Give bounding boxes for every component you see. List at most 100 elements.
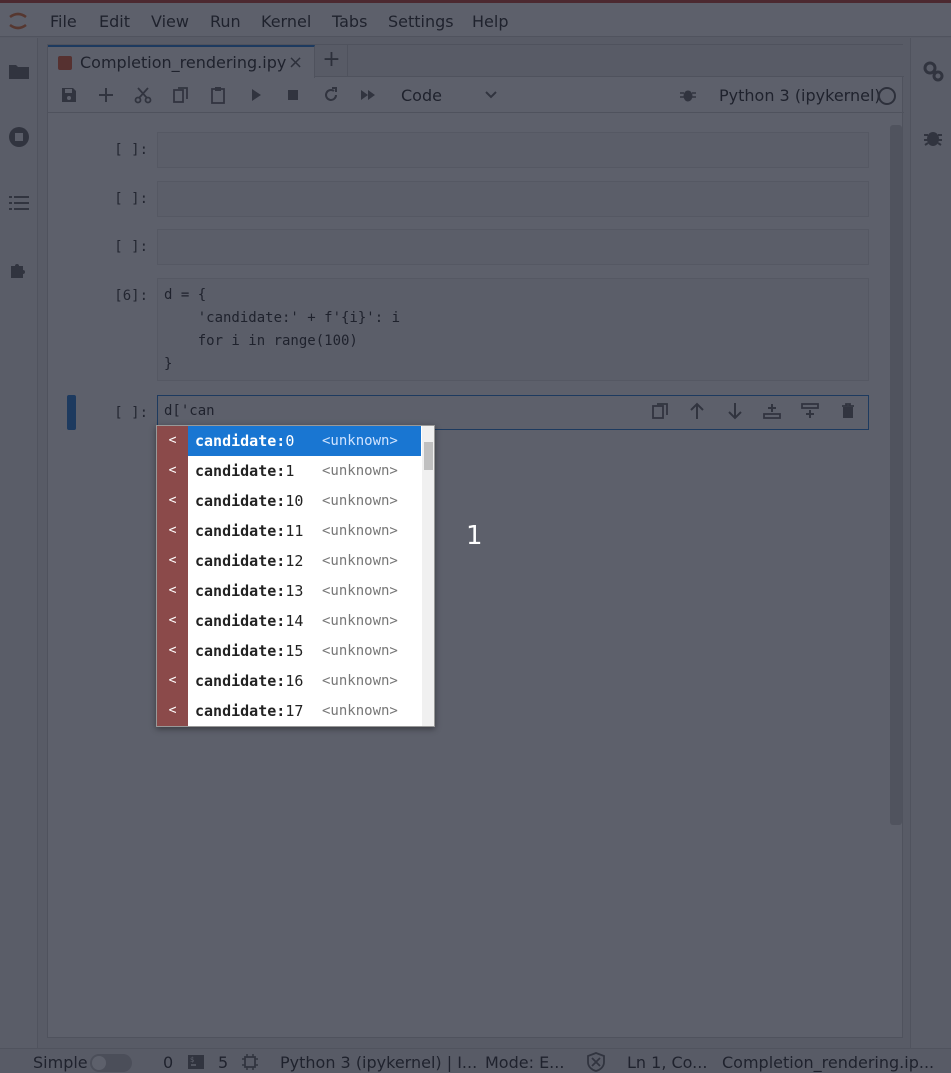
completer-type-icon: < (157, 486, 188, 516)
cell-editor[interactable] (157, 132, 869, 168)
status-bar: Simple 0 $ 5 Python 3 (ipykernel) | I...… (0, 1048, 951, 1073)
completer-scrollbar[interactable] (422, 426, 434, 726)
insert-below-icon[interactable] (800, 401, 820, 421)
completer-type-icon: < (157, 606, 188, 636)
completer-rest-text: 10 (285, 492, 304, 510)
completer-item-label: candidate:13 (195, 582, 303, 600)
menu-edit[interactable]: Edit (99, 12, 130, 31)
cell-editor[interactable] (157, 181, 869, 217)
menu-view[interactable]: View (151, 12, 189, 31)
completer-item[interactable]: < candidate:14 <unknown> (157, 606, 422, 636)
notebook-icon (58, 56, 72, 70)
completer-item[interactable]: < candidate:17 <unknown> (157, 696, 422, 726)
completer-scroll-thumb[interactable] (424, 442, 433, 470)
tab-notebook[interactable]: Completion_rendering.ipynb × (48, 45, 315, 78)
cursor-position[interactable]: Ln 1, Co... (627, 1053, 707, 1072)
debugger-icon[interactable] (921, 126, 945, 150)
completer-match-text: candidate: (195, 432, 286, 450)
svg-text:$: $ (190, 1056, 194, 1064)
bug-icon[interactable] (679, 86, 697, 104)
extension-icon[interactable] (7, 258, 31, 282)
step-label: 1 (466, 521, 483, 551)
move-down-icon[interactable] (725, 401, 745, 421)
mode-indicator: Mode: E... (485, 1053, 565, 1072)
completer-type-icon: < (157, 576, 188, 606)
stop-icon[interactable] (284, 86, 302, 104)
completer-rest-text: 12 (285, 552, 304, 570)
completer-item[interactable]: < candidate:15 <unknown> (157, 636, 422, 666)
cell-editor[interactable] (157, 229, 869, 265)
menu-help[interactable]: Help (472, 12, 508, 31)
cell-prompt: [ ]: (114, 191, 148, 207)
fast-forward-icon[interactable] (359, 86, 377, 104)
code-line: d = { (164, 287, 207, 303)
insert-above-icon[interactable] (762, 401, 782, 421)
run-icon[interactable] (247, 86, 265, 104)
completer-item-type: <unknown> (322, 613, 398, 629)
completer-popup[interactable]: < candidate:0 <unknown> < candidate:1 <unknow… (156, 425, 435, 727)
kernel-name[interactable]: Python 3 (ipykernel) (719, 86, 881, 105)
completer-item-type: <unknown> (322, 703, 398, 719)
completer-item-type: <unknown> (322, 673, 398, 689)
completer-match-text: candidate: (195, 492, 286, 510)
menu-kernel[interactable]: Kernel (261, 12, 311, 31)
completer-type-icon: < (157, 546, 188, 576)
kernel-chip-icon[interactable] (241, 1053, 259, 1071)
completer-item[interactable]: < candidate:16 <unknown> (157, 666, 422, 696)
completer-item[interactable]: < candidate:0 <unknown> (157, 426, 422, 456)
scrollbar[interactable] (890, 125, 902, 825)
property-inspector-icon[interactable] (921, 59, 945, 83)
completer-match-text: candidate: (195, 612, 286, 630)
completer-item-type: <unknown> (322, 553, 398, 569)
code-line: for i in range(100) (164, 333, 358, 349)
add-cell-icon[interactable] (97, 86, 115, 104)
copy-icon[interactable] (172, 86, 190, 104)
add-tab-button[interactable]: + (316, 45, 348, 77)
menu-tabs[interactable]: Tabs (332, 12, 367, 31)
terminals-count[interactable]: 0 (163, 1053, 173, 1072)
kernel-status-icon (878, 87, 896, 105)
completer-match-text: candidate: (195, 582, 286, 600)
completer-rest-text: 15 (285, 642, 304, 660)
toc-icon[interactable] (7, 191, 31, 215)
completer-item-label: candidate:1 (195, 462, 294, 480)
restart-icon[interactable] (322, 86, 340, 104)
delete-cell-icon[interactable] (838, 401, 858, 421)
completer-item-label: candidate:15 (195, 642, 303, 660)
folder-icon[interactable] (7, 59, 31, 83)
kernels-count[interactable]: 5 (218, 1053, 228, 1072)
code-line: } (164, 356, 173, 372)
completer-item[interactable]: < candidate:1 <unknown> (157, 456, 422, 486)
completer-item[interactable]: < candidate:11 <unknown> (157, 516, 422, 546)
menu-run[interactable]: Run (210, 12, 241, 31)
menu-bar: File Edit View Run Kernel Tabs Settings … (0, 3, 951, 37)
cut-icon[interactable] (134, 86, 152, 104)
completer-item[interactable]: < candidate:10 <unknown> (157, 486, 422, 516)
cell-type-select[interactable]: Code (401, 86, 442, 105)
chevron-down-icon[interactable] (484, 88, 498, 102)
completer-item[interactable]: < candidate:13 <unknown> (157, 576, 422, 606)
cell-prompt: [ ]: (114, 405, 148, 421)
close-icon[interactable]: × (288, 52, 303, 73)
completer-match-text: candidate: (195, 642, 286, 660)
cell-editor[interactable]: d = { 'candidate:' + f'{i}': i for i in … (157, 278, 869, 381)
move-up-icon[interactable] (687, 401, 707, 421)
paste-icon[interactable] (209, 86, 227, 104)
completer-type-icon: < (157, 696, 188, 726)
cell-prompt: [ ]: (114, 142, 148, 158)
completer-item[interactable]: < candidate:12 <unknown> (157, 546, 422, 576)
no-lsp-icon[interactable] (586, 1052, 606, 1072)
completer-item-label: candidate:16 (195, 672, 303, 690)
menu-settings[interactable]: Settings (388, 12, 454, 31)
save-icon[interactable] (60, 86, 78, 104)
completer-match-text: candidate: (195, 702, 286, 720)
kernel-status-text[interactable]: Python 3 (ipykernel) | I... (280, 1053, 477, 1072)
terminal-icon[interactable]: $ (187, 1053, 205, 1071)
menu-file[interactable]: File (50, 12, 77, 31)
running-icon[interactable] (7, 125, 31, 149)
completer-rest-text: 14 (285, 612, 304, 630)
duplicate-cell-icon[interactable] (650, 401, 670, 421)
file-name: Completion_rendering.ip... (722, 1053, 935, 1072)
simple-mode-toggle[interactable] (90, 1054, 132, 1072)
notebook-toolbar: Code Python 3 (ipykernel) (48, 77, 904, 113)
